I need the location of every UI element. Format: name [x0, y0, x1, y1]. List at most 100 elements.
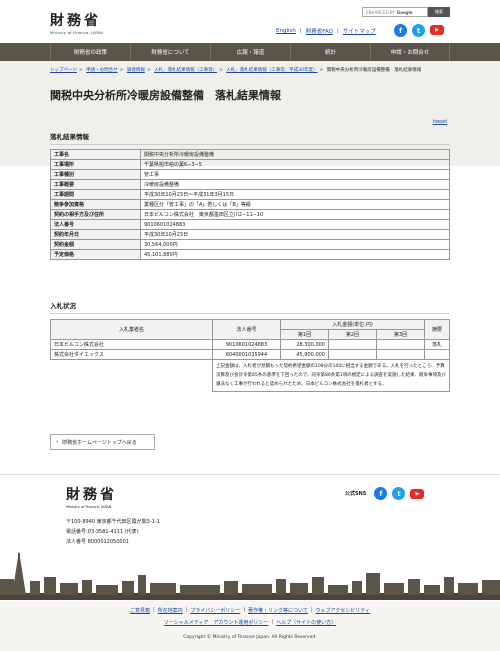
result-value: 冷暖房設備整備: [140, 179, 450, 190]
bid-header-name: 入札業者名: [50, 319, 213, 340]
result-row: 法人番号 9010601024883: [50, 219, 450, 230]
result-key: 予定価格: [50, 249, 141, 260]
bid-row: 日本ビルコン株式会社 9010601024883 28,300,000 落札: [50, 339, 450, 350]
result-key: 法人番号: [50, 219, 141, 230]
result-value: 関税中央分析所冷暖房設備整備: [140, 149, 450, 160]
social-label: 公式SNS: [345, 491, 367, 497]
address-line: 〒100-8940 東京都千代田区霞が関3-1-1: [66, 519, 160, 525]
footer-social: 公式SNS f t ▶: [345, 487, 425, 500]
sitemap-link[interactable]: サイトマップ: [343, 27, 376, 35]
search-input[interactable]: ENHANCED BY Google: [362, 7, 428, 17]
back-to-top-button[interactable]: ‹ 財務省ホームページトップへ戻る: [50, 434, 155, 450]
bid-cell-r1: 45,900,000: [280, 349, 329, 360]
site-header: 財務省 Ministry of Finance, JAPAN ENHANCED …: [0, 0, 500, 43]
bid-header-remark: 摘要: [424, 319, 450, 340]
footer-link-opinion[interactable]: ご意見箱: [130, 607, 150, 614]
result-row: 予定価格 45,101,880円: [50, 249, 450, 260]
bid-cell-corp: 9010601024883: [212, 339, 281, 350]
separator: |: [336, 28, 339, 34]
facebook-icon[interactable]: f: [394, 24, 407, 37]
result-value: 9010601024883: [140, 219, 450, 230]
section-result-title: 落札結果情報: [50, 131, 450, 145]
bid-cell-name: 日本ビルコン株式会社: [50, 339, 213, 350]
breadcrumb-top[interactable]: トップページ: [50, 68, 77, 73]
footer-divider: [0, 474, 500, 475]
global-nav: 財務省の政策 財務省について 広報・報道 統計 申請・お問合せ: [0, 43, 500, 61]
site-logo[interactable]: 財務省 Ministry of Finance, JAPAN: [50, 10, 103, 35]
result-key: 契約金額: [50, 239, 141, 250]
footer-link-help[interactable]: ヘルプ（サイトの使い方）: [276, 619, 336, 626]
result-value: 日本ビルコン株式会社 東京都墨田区立川2−11−10: [140, 209, 450, 220]
result-table: 工事名 関税中央分析所冷暖房設備整備 工事場所 千葉県柏市柏の葉6−3−5 工事種別 管工…: [50, 149, 450, 260]
site-search: ENHANCED BY Google 検索: [362, 7, 450, 17]
bid-row: 株式会社ダイエックス 6040001035944 45,900,000: [50, 349, 450, 360]
faq-link[interactable]: 財務省FAQ: [306, 27, 333, 35]
bid-header-round1: 第1回: [280, 329, 329, 340]
breadcrumb: トップページ > 申請・お問合せ > 調達情報 > 入札、落札結果情報（工事等） > 入…: [50, 68, 422, 73]
google-label: Google: [396, 9, 413, 15]
bid-cell-name: 株式会社ダイエックス: [50, 349, 213, 360]
result-value: 30,564,000円: [140, 239, 450, 250]
nav-policy[interactable]: 財務省の政策: [50, 43, 130, 61]
breadcrumb-procurement[interactable]: 調達情報: [127, 68, 145, 73]
result-row: 工事種別 管工事: [50, 169, 450, 180]
result-value: 業種区分「管工事」の「A」若しくは「B」等級: [140, 199, 450, 210]
youtube-icon[interactable]: ▶: [430, 25, 444, 35]
footer-logo-english: Ministry of Finance, JAPAN: [66, 505, 112, 509]
page-title: 関税中央分析所冷暖房設備整備 落札結果情報: [50, 89, 281, 102]
nav-press[interactable]: 広報・報道: [210, 43, 290, 61]
result-value: 管工事: [140, 169, 450, 180]
nav-statistics[interactable]: 統計: [290, 43, 370, 61]
result-row: 工事概要 冷暖房設備整備: [50, 179, 450, 190]
result-key: 工事名: [50, 149, 141, 160]
search-placeholder: ENHANCED BY: [366, 9, 395, 15]
bid-cell-corp: 6040001035944: [212, 349, 281, 360]
footer-link-copyright[interactable]: 著作権・リンク等について: [248, 607, 308, 614]
back-to-top-label: 財務省ホームページトップへ戻る: [62, 439, 137, 446]
logo-english: Ministry of Finance, JAPAN: [50, 31, 104, 35]
breadcrumb-bid-results[interactable]: 入札、落札結果情報（工事等）: [154, 68, 217, 73]
english-link[interactable]: English: [276, 28, 296, 34]
result-row: 契約金額 30,564,000円: [50, 239, 450, 250]
result-value: 千葉県柏市柏の葉6−3−5: [140, 159, 450, 170]
bid-cell-r3: [376, 349, 425, 360]
result-key: 契約の相手方及び住所: [50, 209, 141, 220]
section-bid-title: 入札状況: [50, 300, 450, 314]
result-key: 競争参加資格: [50, 199, 141, 210]
nav-about[interactable]: 財務省について: [130, 43, 210, 61]
bid-cell-r2: [328, 349, 377, 360]
bid-cell-remark: [424, 349, 450, 360]
footer-link-accessibility[interactable]: ウェブアクセシビリティ: [316, 607, 370, 614]
bid-cell-r1: 28,300,000: [280, 339, 329, 350]
separator: |: [299, 28, 302, 34]
result-key: 契約年月日: [50, 229, 141, 240]
twitter-icon[interactable]: t: [412, 24, 425, 37]
breadcrumb-bid-results-h30[interactable]: 入札、落札結果情報（工事等：平成30年度）: [226, 68, 317, 73]
footer-link-social-policy[interactable]: ソーシャルメディア アカウント運用ポリシー: [164, 619, 269, 626]
result-row: 契約年月日 平成30年10月23日: [50, 229, 450, 240]
youtube-icon[interactable]: ▶: [410, 489, 425, 499]
footer-logo[interactable]: 財務省 Ministry of Finance, JAPAN: [66, 484, 117, 509]
header-social: f t ▶: [394, 24, 444, 37]
result-row: 競争参加資格 業種区分「管工事」の「A」若しくは「B」等級: [50, 199, 450, 210]
copyright: Copyright © Ministry of Finance Japan. A…: [183, 635, 317, 640]
nav-application[interactable]: 申請・お問合せ: [370, 43, 450, 61]
facebook-icon[interactable]: f: [374, 487, 388, 500]
result-row: 工事場所 千葉県柏市柏の葉6−3−5: [50, 159, 450, 170]
chevron-left-icon: ‹: [56, 439, 59, 445]
bid-header-round3: 第3回: [376, 329, 425, 340]
result-key: 工事期間: [50, 189, 141, 200]
footer-link-privacy[interactable]: プライバシーポリシー: [190, 607, 240, 614]
footer-link-access[interactable]: 所在地案内: [158, 607, 183, 614]
twitter-icon[interactable]: t: [392, 487, 406, 500]
footer-logo-kanji: 財務省: [66, 487, 117, 503]
tweet-link[interactable]: tweet: [433, 119, 447, 125]
bid-header-corp: 法人番号: [212, 319, 281, 340]
search-button[interactable]: 検索: [428, 7, 450, 17]
bid-table: 入札業者名 法人番号 入札金額(単位:円) 摘要 第1回 第2回 第3回 日本ビ…: [50, 319, 450, 392]
result-key: 工事場所: [50, 159, 141, 170]
result-row: 工事名 関税中央分析所冷暖房設備整備: [50, 149, 450, 160]
breadcrumb-application[interactable]: 申請・お問合せ: [86, 68, 118, 73]
bid-header-amount: 入札金額(単位:円): [280, 319, 425, 330]
bid-cell-r3: [376, 339, 425, 350]
